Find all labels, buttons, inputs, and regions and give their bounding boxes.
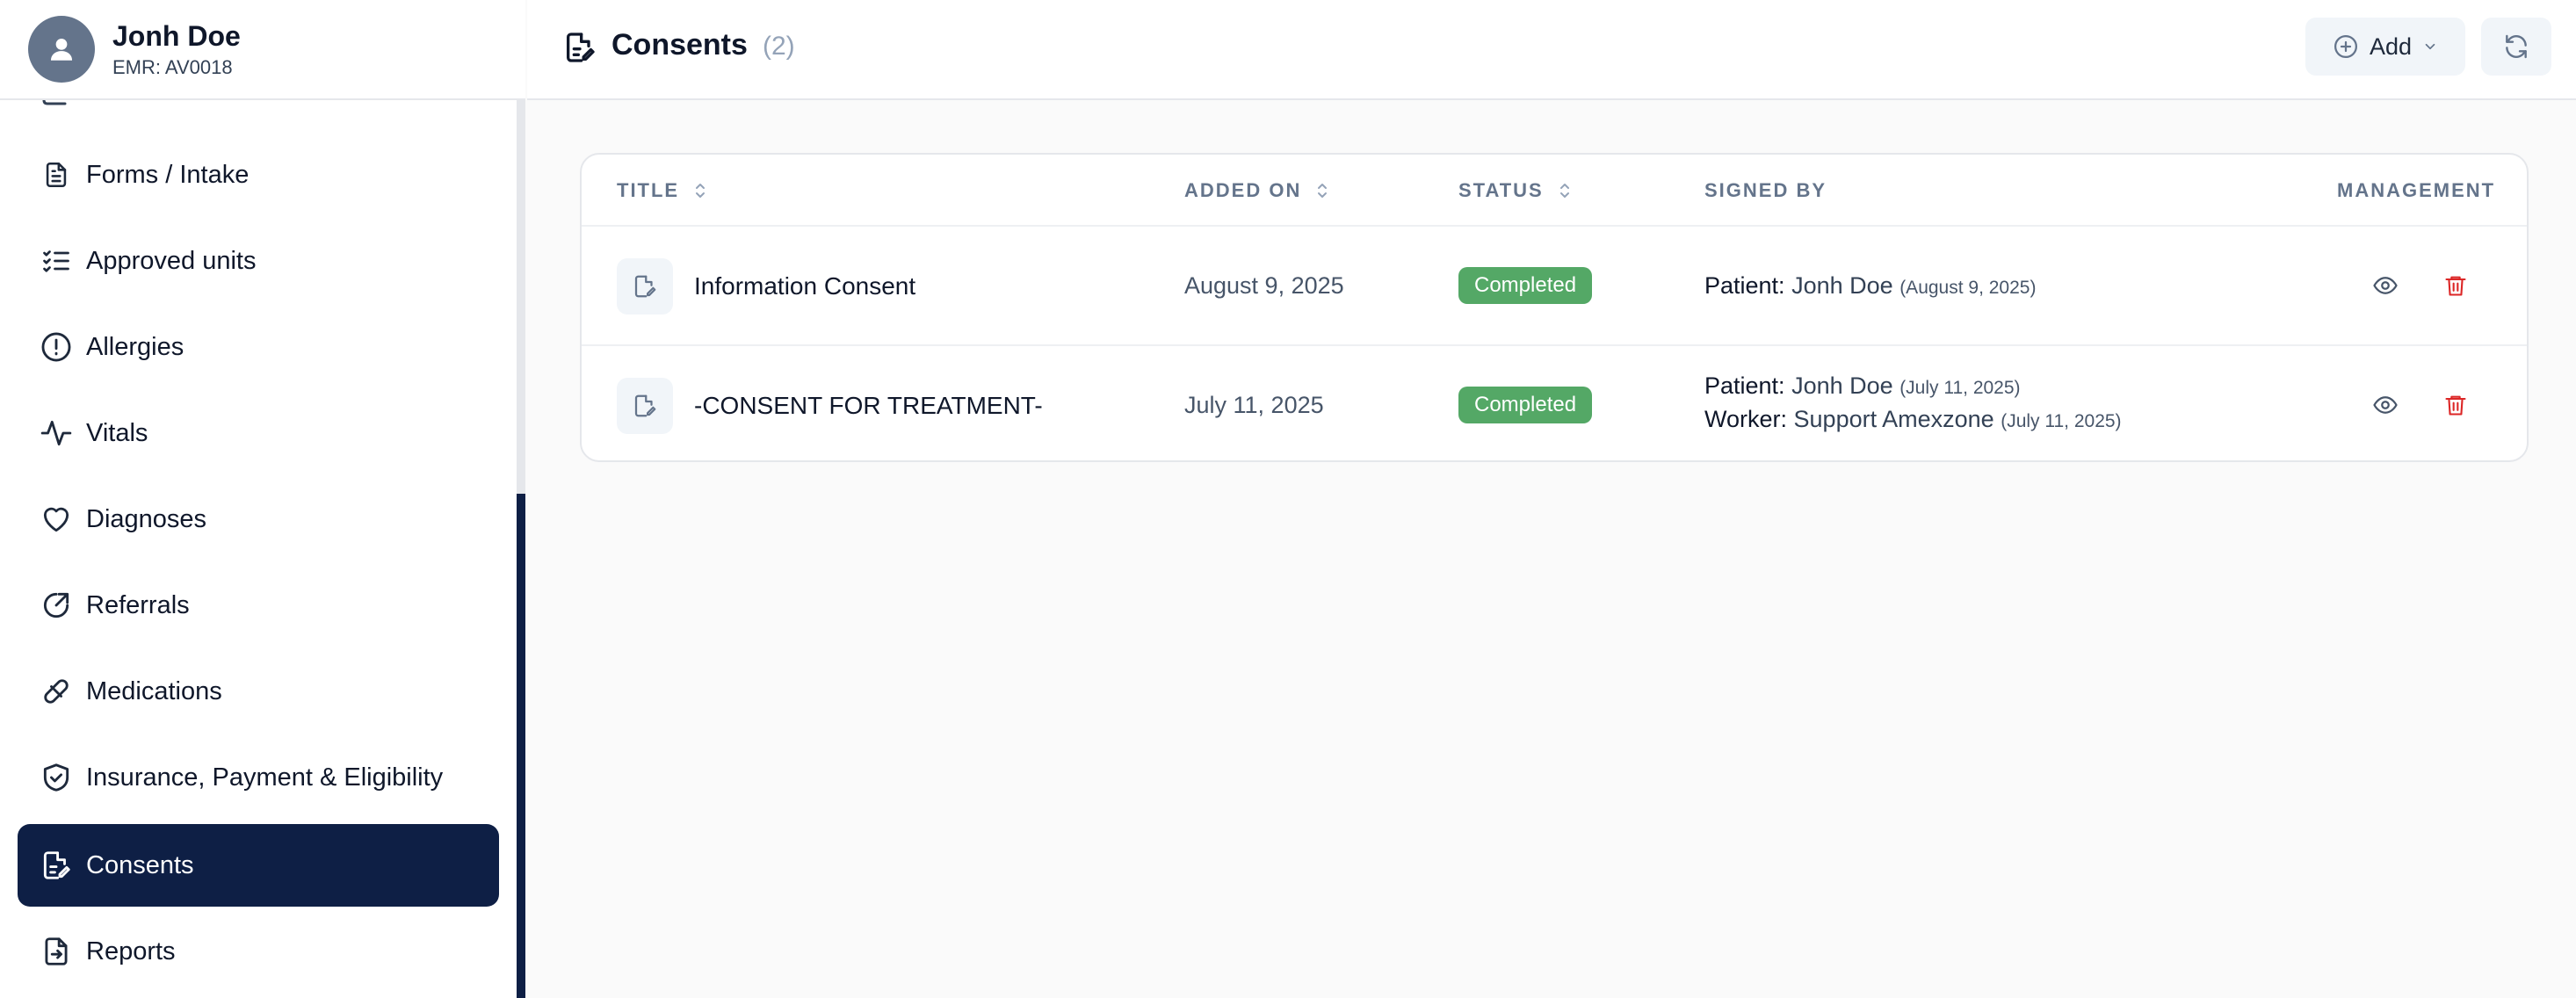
shield-check-icon <box>39 760 74 795</box>
column-header-label: ADDED ON <box>1184 179 1302 201</box>
consent-title[interactable]: Information Consent <box>694 272 915 300</box>
eye-icon <box>2373 277 2398 294</box>
add-button[interactable]: Add <box>2305 18 2465 76</box>
delete-button[interactable] <box>2439 388 2472 422</box>
trash-icon <box>2445 276 2466 296</box>
eye-icon <box>2373 396 2398 414</box>
sidebar-item-label: Diagnoses <box>86 504 207 533</box>
column-header-label: MANAGEMENT <box>2337 179 2496 201</box>
sort-icon <box>696 184 706 198</box>
avatar[interactable] <box>28 16 95 83</box>
add-button-label: Add <box>2369 33 2413 60</box>
sort-icon <box>1318 184 1328 198</box>
sidebar-item-allergies[interactable]: Allergies <box>18 306 499 388</box>
table-header: TITLE ADDED ON STATUS SIGNED BY MANAGEME… <box>582 155 2527 227</box>
signed-date: (July 11, 2025) <box>2001 411 2122 431</box>
signer-name: Support Amexzone <box>1793 406 1994 432</box>
checklist-icon <box>39 243 74 278</box>
signer-name: Jonh Doe <box>1791 372 1893 399</box>
column-header-added-on[interactable]: ADDED ON <box>1184 179 1329 202</box>
sidebar-item-label: Medications <box>86 676 222 705</box>
status-badge: Completed <box>1458 267 1593 304</box>
consent-document-icon <box>617 378 673 434</box>
heart-icon <box>39 502 74 537</box>
sidebar-item-medications[interactable]: Medications <box>18 650 499 733</box>
signer-role: Patient: <box>1704 272 1785 299</box>
external-link-icon <box>39 588 74 623</box>
sidebar-item-reports[interactable]: Reports <box>18 910 499 993</box>
sidebar-item-vitals[interactable]: Vitals <box>18 392 499 474</box>
view-button[interactable] <box>2369 388 2402 422</box>
refresh-button[interactable] <box>2481 18 2551 76</box>
page-count: (2) <box>763 32 795 61</box>
consents-table: TITLE ADDED ON STATUS SIGNED BY MANAGEME… <box>580 153 2529 462</box>
signed-date: (August 9, 2025) <box>1899 278 2037 298</box>
consent-title[interactable]: -CONSENT FOR TREATMENT- <box>694 392 1043 420</box>
chevron-down-icon <box>2425 43 2435 50</box>
sidebar-item-insurance[interactable]: Insurance, Payment & Eligibility <box>18 736 499 819</box>
sidebar-item-consents[interactable]: Consents <box>18 824 499 907</box>
status-badge: Completed <box>1458 387 1593 423</box>
alert-circle-icon <box>39 329 74 365</box>
column-header-status[interactable]: STATUS <box>1458 179 1572 202</box>
sidebar-item-label: Vitals <box>86 418 148 447</box>
patient-name: Jonh Doe <box>112 20 241 52</box>
table-row[interactable]: Information Consent August 9, 2025 Compl… <box>582 227 2527 344</box>
pill-icon <box>39 674 74 709</box>
column-header-label: TITLE <box>617 179 680 201</box>
sidebar-item-label: Referrals <box>86 590 190 619</box>
document-icon <box>39 157 74 192</box>
signed-date: (July 11, 2025) <box>1899 378 2021 398</box>
file-export-icon <box>39 934 74 969</box>
delete-button[interactable] <box>2439 269 2472 302</box>
consent-document-icon <box>617 258 673 315</box>
table-row[interactable]: -CONSENT FOR TREATMENT- July 11, 2025 Co… <box>582 344 2527 460</box>
signer-line: Worker: Support Amexzone (July 11, 2025) <box>1704 406 2122 433</box>
sidebar-item-label: Consents <box>86 850 194 879</box>
patient-info: Jonh Doe EMR: AV0018 <box>112 19 241 79</box>
column-header-title[interactable]: TITLE <box>617 179 707 202</box>
sidebar-nav: Forms / Intake Approved units Allergies … <box>0 100 517 998</box>
page-title: Consents <box>611 28 748 61</box>
added-on-date: August 9, 2025 <box>1184 272 1344 299</box>
column-header-signed-by: SIGNED BY <box>1704 179 1827 202</box>
user-icon <box>50 38 73 61</box>
signer-role: Worker: <box>1704 406 1788 432</box>
sidebar-item-referrals[interactable]: Referrals <box>18 564 499 647</box>
added-on-date: July 11, 2025 <box>1184 392 1324 418</box>
signer-name: Jonh Doe <box>1791 272 1893 299</box>
refresh-icon <box>2506 34 2527 59</box>
column-header-management: MANAGEMENT <box>2337 179 2495 202</box>
column-header-label: STATUS <box>1458 179 1544 201</box>
sidebar-item-diagnoses[interactable]: Diagnoses <box>18 478 499 560</box>
partial-nav-icon <box>42 100 67 105</box>
document-edit-icon <box>567 33 595 62</box>
sidebar-item-label: Approved units <box>86 246 257 275</box>
sidebar-item-approved-units[interactable]: Approved units <box>18 220 499 302</box>
trash-icon <box>2445 395 2466 416</box>
document-edit-icon <box>39 848 74 883</box>
sidebar-item-label: Allergies <box>86 332 185 361</box>
sidebar-item-label: Insurance, Payment & Eligibility <box>86 763 444 792</box>
sidebar-scrollbar-thumb[interactable] <box>517 494 525 998</box>
plus-circle-icon <box>2334 35 2357 58</box>
column-header-label: SIGNED BY <box>1704 179 1827 201</box>
sidebar-item-forms-intake[interactable]: Forms / Intake <box>18 134 499 216</box>
signer-role: Patient: <box>1704 372 1785 399</box>
sidebar: Forms / Intake Approved units Allergies … <box>0 0 525 998</box>
sort-icon <box>1559 184 1569 198</box>
view-button[interactable] <box>2369 269 2402 302</box>
sidebar-item-label: Forms / Intake <box>86 160 250 189</box>
patient-header: Jonh Doe EMR: AV0018 <box>0 0 525 100</box>
sidebar-item-label: Reports <box>86 937 176 965</box>
patient-emr: EMR: AV0018 <box>112 56 233 78</box>
activity-icon <box>39 416 74 451</box>
main-header: Consents (2) Add <box>527 0 2576 100</box>
signer-line: Patient: Jonh Doe (August 9, 2025) <box>1704 272 2036 300</box>
signer-line: Patient: Jonh Doe (July 11, 2025) <box>1704 372 2021 400</box>
